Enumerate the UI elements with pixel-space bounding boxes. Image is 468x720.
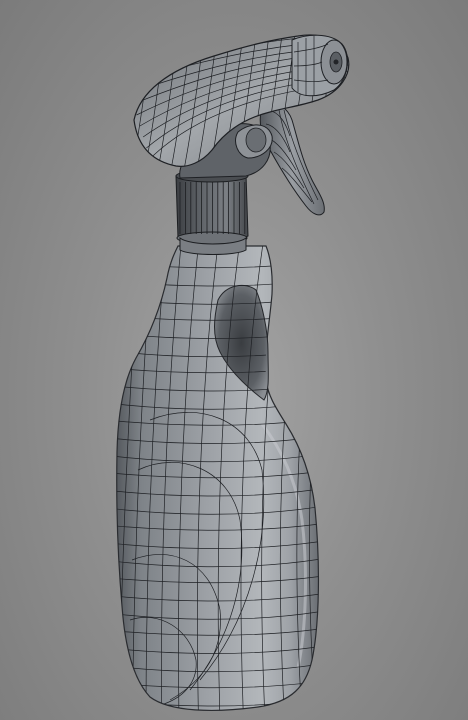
spray-bottle-render [116,34,350,712]
bottle-body [116,245,320,712]
3d-viewport[interactable] [0,0,468,720]
sprayer-head [133,34,350,179]
bottle-cap [175,169,249,255]
spray-trigger [259,101,325,216]
